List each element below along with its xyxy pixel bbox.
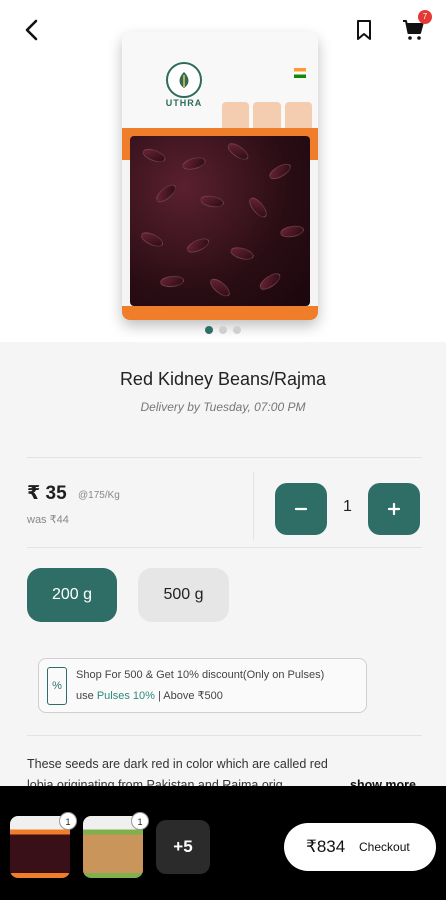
carousel-dot[interactable] [219,326,227,334]
offer-text: Shop For 500 & Get 10% discount(Only on … [76,669,325,681]
description-line: These seeds are dark red in color which … [27,757,328,771]
plus-icon [387,502,401,516]
cart-item-qty-badge: 1 [131,812,149,830]
leaf-icon [179,72,189,88]
delivery-info: Delivery by Tuesday, 07:00 PM [140,400,306,414]
bookmark-icon [357,20,371,40]
checkout-button[interactable]: ₹834 Checkout [284,823,436,871]
checkout-label: Checkout [359,840,410,854]
product-image[interactable]: UTHRA [122,32,318,320]
divider [27,457,422,458]
cart-item-qty-badge: 1 [59,812,77,830]
brand-logo [166,62,202,98]
bookmark-button[interactable] [348,14,380,46]
cart-total: ₹834 [306,837,346,856]
product-image-area: 7 UTHRA [0,0,446,342]
discount-ticket-icon: % [47,667,67,705]
cart-count-badge: 7 [418,10,432,24]
beans-window [130,136,310,306]
product-details-panel: Red Kidney Beans/Rajma Delivery by Tuesd… [0,342,446,792]
back-button[interactable] [16,14,48,46]
minus-icon [294,507,308,511]
carousel-dot[interactable] [205,326,213,334]
variant-500g-button[interactable]: 500 g [138,568,229,622]
price: ₹ 35 [27,483,67,504]
brand-name: UTHRA [165,98,203,108]
product-title: Red Kidney Beans/Rajma [119,369,327,389]
increase-quantity-button[interactable] [368,483,420,535]
more-items-button[interactable]: +5 [156,820,210,874]
variant-200g-button[interactable]: 200 g [27,568,117,622]
carousel-dot[interactable] [233,326,241,334]
offer-banner[interactable]: % Shop For 500 & Get 10% discount(Only o… [38,658,367,713]
divider [27,735,422,736]
top-bar: 7 [0,0,446,60]
pack-bottom [122,306,318,320]
was-price: was ₹44 [27,514,69,526]
quantity-value: 1 [343,498,352,515]
chevron-left-icon [25,19,38,41]
offer-use-prefix: use [76,690,94,702]
offer-code[interactable]: Pulses 10% [97,690,155,702]
offer-condition: | Above ₹500 [157,690,223,702]
image-carousel-dots [0,326,446,334]
decrease-quantity-button[interactable] [275,483,327,535]
divider [27,547,422,548]
unit-price: @175/Kg [78,490,120,501]
offer-code-line: use Pulses 10% | Above ₹500 [76,689,223,702]
cart-button[interactable]: 7 [396,10,432,46]
flag-icon [294,68,306,78]
vertical-divider [253,472,254,540]
cart-summary-bar: 1 1 +5 ₹834 Checkout [0,786,446,900]
